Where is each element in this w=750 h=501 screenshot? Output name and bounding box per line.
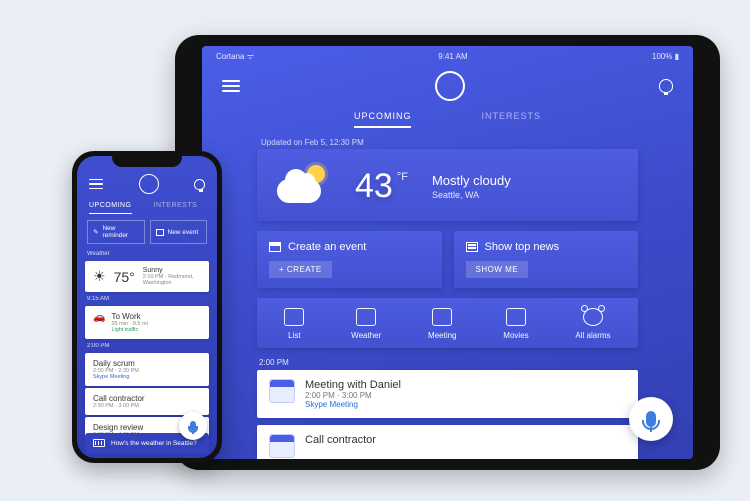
tab-interests[interactable]: INTERESTS [154, 202, 198, 214]
voice-mic-button[interactable] [629, 397, 673, 441]
quick-alarms[interactable]: All alarms [575, 308, 610, 340]
traffic-label: Light traffic [111, 327, 147, 333]
phone-device: UPCOMING INTERESTS ✎New reminder New eve… [72, 151, 222, 463]
show-me-button[interactable]: SHOW ME [466, 261, 529, 278]
wifi-icon: ᯤ [247, 52, 254, 61]
tablet-content: Updated on Feb 5, 12:30 PM 43°F Mostly c… [202, 138, 693, 459]
list-icon [284, 308, 304, 326]
hamburger-menu-icon[interactable] [89, 179, 103, 190]
tablet-device: Cortana ᯤ 9:41 AM 100% ▮ UPCOMING INTERE… [175, 35, 720, 470]
phone-screen: UPCOMING INTERESTS ✎New reminder New eve… [77, 156, 217, 458]
event-subtitle: 2:30 PM · 3:00 PM [93, 403, 201, 409]
cortana-logo-icon[interactable] [435, 71, 465, 101]
event-link[interactable]: Skype Meeting [93, 374, 201, 380]
weather-desc: Mostly cloudy [432, 173, 511, 188]
section-weather: Weather [77, 249, 217, 259]
event-title: Call contractor [305, 434, 376, 446]
battery-label: 100% ▮ [652, 52, 679, 61]
tab-interests[interactable]: INTERESTS [481, 111, 541, 128]
calendar-icon [156, 229, 164, 236]
tab-upcoming[interactable]: UPCOMING [354, 111, 412, 128]
meeting-icon [432, 308, 452, 326]
tips-bulb-icon[interactable] [194, 179, 205, 190]
tablet-screen: Cortana ᯤ 9:41 AM 100% ▮ UPCOMING INTERE… [202, 46, 693, 459]
weather-icon [356, 308, 376, 326]
phone-actions: ✎New reminder New event [77, 214, 217, 249]
event-row-call[interactable]: Call contractor [257, 425, 638, 459]
quick-list[interactable]: List [284, 308, 304, 340]
quick-movies[interactable]: Movies [503, 308, 528, 340]
alarm-icon [583, 308, 603, 326]
keyboard-icon [93, 439, 105, 447]
new-event-button[interactable]: New event [150, 220, 208, 244]
phone-event-scrum[interactable]: Daily scrum 2:00 PM · 2:30 PM Skype Meet… [85, 353, 209, 386]
ask-placeholder: How's the weather in Seattle? [111, 440, 197, 447]
cortana-logo-icon[interactable] [139, 174, 159, 194]
tablet-tabs: UPCOMING INTERESTS [202, 103, 693, 134]
sun-icon: ☀ [93, 268, 106, 285]
calendar-event-icon [269, 434, 295, 458]
car-icon: 🚗 [93, 312, 105, 323]
phone-weather-desc: Sunny [143, 267, 201, 274]
reminder-icon: ✎ [93, 228, 98, 236]
weather-location: Seattle, WA [432, 190, 511, 200]
carrier-label: Cortana ᯤ [216, 51, 254, 62]
phone-event-call[interactable]: Call contractor 2:30 PM · 3:00 PM [85, 388, 209, 415]
phone-weather-card[interactable]: ☀ 75° Sunny 2:10 PM · Redmond, Washingto… [85, 261, 209, 292]
clock-label: 9:41 AM [438, 52, 467, 61]
tab-upcoming[interactable]: UPCOMING [89, 202, 132, 214]
phone-tabs: UPCOMING INTERESTS [77, 198, 217, 214]
event-subtitle: 2:00 PM · 3:00 PM [305, 391, 401, 400]
newspaper-icon [466, 242, 478, 252]
quick-weather[interactable]: Weather [351, 308, 381, 340]
quick-meeting[interactable]: Meeting [428, 308, 456, 340]
weather-card[interactable]: 43°F Mostly cloudy Seattle, WA [257, 149, 638, 221]
updated-label: Updated on Feb 5, 12:30 PM [261, 138, 638, 147]
tablet-top-bar [202, 67, 693, 103]
event-title: Daily scrum [93, 359, 201, 368]
section-time-2: 2:00 PM [77, 341, 217, 351]
partly-cloudy-icon [277, 165, 331, 207]
movies-icon [506, 308, 526, 326]
calendar-icon [269, 242, 281, 252]
voice-mic-button[interactable] [179, 412, 207, 440]
create-event-card[interactable]: Create an event + CREATE [257, 231, 442, 288]
hamburger-menu-icon[interactable] [222, 80, 240, 92]
top-news-card[interactable]: Show top news SHOW ME [454, 231, 639, 288]
phone-weather-loc: 2:10 PM · Redmond, Washington [143, 274, 201, 286]
event-link[interactable]: Skype Meeting [305, 400, 401, 409]
new-reminder-button[interactable]: ✎New reminder [87, 220, 145, 244]
microphone-icon [190, 421, 196, 431]
event-title: Call contractor [93, 394, 201, 403]
event-title: To Work [111, 312, 147, 321]
event-title: Meeting with Daniel [305, 379, 401, 391]
phone-event-towork[interactable]: 🚗 To Work 25 min · 8.5 mi Light traffic [85, 306, 209, 339]
section-time-1: 9:15 AM [77, 294, 217, 304]
tablet-status-bar: Cortana ᯤ 9:41 AM 100% ▮ [202, 46, 693, 67]
microphone-icon [646, 411, 656, 427]
event-row-meeting[interactable]: Meeting with Daniel 2:00 PM · 3:00 PM Sk… [257, 370, 638, 418]
calendar-event-icon [269, 379, 295, 403]
phone-temp: 75° [114, 269, 135, 285]
create-button[interactable]: + CREATE [269, 261, 332, 278]
tips-bulb-icon[interactable] [659, 79, 673, 93]
time-section-label: 2:00 PM [259, 358, 638, 367]
temperature-value: 43°F [355, 167, 408, 206]
phone-top-bar [77, 156, 217, 198]
quick-actions-row: List Weather Meeting Movies All alarms [257, 298, 638, 348]
